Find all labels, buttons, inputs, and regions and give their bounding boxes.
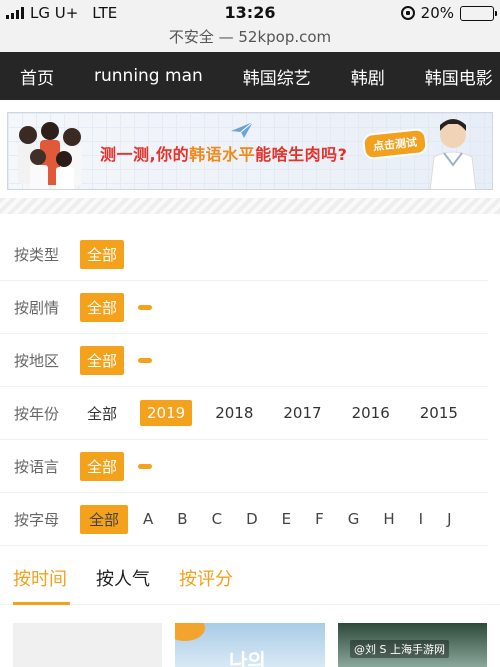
filter-chip-year[interactable]: 2015 bbox=[413, 400, 465, 426]
filter-chip-all[interactable]: 全部 bbox=[80, 399, 124, 428]
filter-panel: 按类型 全部 按剧情 全部 按地区 全部 按年份 全部 2019 2018 20… bbox=[0, 228, 500, 546]
filter-label: 按剧情 bbox=[14, 298, 60, 317]
filter-chip-letter[interactable]: J bbox=[438, 506, 460, 532]
sort-tab-popularity[interactable]: 按人气 bbox=[96, 565, 150, 591]
watermark: @刘 S 上海手游网 bbox=[350, 640, 449, 658]
placeholder-dash bbox=[138, 357, 153, 363]
filter-chip-letter[interactable]: I bbox=[410, 506, 432, 532]
filter-chip-letter[interactable]: E bbox=[273, 506, 300, 532]
top-nav: 首页 running man 韩国综艺 韩剧 韩国电影 bbox=[0, 52, 500, 100]
banner-headline: 测一测,你的韩语水平能啥生肉吗? bbox=[100, 145, 348, 164]
filter-label: 按类型 bbox=[14, 245, 60, 264]
placeholder-dash bbox=[138, 463, 153, 469]
banner-ad[interactable]: 测一测,你的韩语水平能啥生肉吗? 点击测试 bbox=[7, 112, 493, 190]
status-right: 20% bbox=[400, 4, 497, 22]
filter-chip-letter[interactable]: B bbox=[168, 506, 196, 532]
filter-label: 按年份 bbox=[14, 404, 60, 423]
battery-icon bbox=[460, 5, 497, 21]
filter-chip-year[interactable]: 2014 bbox=[481, 400, 489, 426]
filter-row-region: 按地区 全部 bbox=[0, 334, 488, 387]
filter-chip-letter[interactable]: G bbox=[339, 506, 369, 532]
placeholder-dash bbox=[138, 304, 153, 310]
filter-chip-letter[interactable]: A bbox=[134, 506, 162, 532]
filter-chip-letter[interactable]: H bbox=[374, 506, 403, 532]
show-thumbnail[interactable]: 나의 bbox=[175, 623, 325, 667]
filter-label: 按字母 bbox=[14, 510, 60, 529]
filter-chip-year[interactable]: 2019 bbox=[140, 400, 193, 426]
filter-label: 按地区 bbox=[14, 351, 60, 370]
orientation-lock-icon bbox=[400, 6, 415, 20]
sort-tab-rating[interactable]: 按评分 bbox=[179, 565, 233, 591]
filter-chip-all[interactable]: 全部 bbox=[80, 239, 125, 269]
nav-item-movie[interactable]: 韩国电影 bbox=[425, 64, 493, 89]
cast-photo bbox=[18, 122, 82, 189]
filter-chip-year[interactable]: 2017 bbox=[276, 400, 328, 426]
sort-tab-time[interactable]: 按时间 bbox=[13, 565, 67, 591]
filter-row-letter: 按字母 全部 A B C D E F G H I J bbox=[0, 493, 488, 546]
filter-row-year: 按年份 全部 2019 2018 2017 2016 2015 2014 bbox=[0, 387, 488, 440]
filter-chip-year[interactable]: 2018 bbox=[208, 400, 260, 426]
nav-item-running-man[interactable]: running man bbox=[94, 66, 203, 86]
filter-chip-letter[interactable]: F bbox=[306, 506, 333, 532]
filter-label: 按语言 bbox=[14, 457, 60, 476]
sort-tabs: 按时间 按人气 按评分 bbox=[0, 555, 500, 605]
host-photo bbox=[429, 119, 477, 189]
filter-chip-year[interactable]: 2016 bbox=[345, 400, 397, 426]
battery-percent: 20% bbox=[420, 4, 454, 22]
status-bar: LG U+ LTE 13:26 20% 不安全 — 52kpop.com bbox=[0, 0, 500, 52]
filter-chip-all[interactable]: 全部 bbox=[80, 292, 125, 322]
filter-row-plot: 按剧情 全部 bbox=[0, 281, 488, 334]
show-thumbnail[interactable] bbox=[13, 623, 162, 667]
filter-row-language: 按语言 全部 bbox=[0, 440, 488, 493]
divider bbox=[0, 198, 500, 214]
active-tab-indicator bbox=[13, 602, 70, 605]
paper-plane-icon bbox=[231, 121, 254, 138]
filter-chip-letter[interactable]: C bbox=[203, 506, 231, 532]
nav-item-drama[interactable]: 韩剧 bbox=[351, 64, 385, 89]
nav-item-variety[interactable]: 韩国综艺 bbox=[243, 64, 311, 89]
filter-chip-all[interactable]: 全部 bbox=[80, 451, 125, 481]
filter-chip-all[interactable]: 全部 bbox=[80, 504, 129, 534]
address-bar[interactable]: 不安全 — 52kpop.com bbox=[0, 26, 500, 47]
filter-chip-all[interactable]: 全部 bbox=[80, 345, 125, 375]
filter-row-type: 按类型 全部 bbox=[0, 228, 488, 281]
nav-item-home[interactable]: 首页 bbox=[20, 64, 54, 89]
thumbnail-title: 나의 bbox=[229, 649, 266, 667]
filter-chip-letter[interactable]: D bbox=[237, 506, 267, 532]
